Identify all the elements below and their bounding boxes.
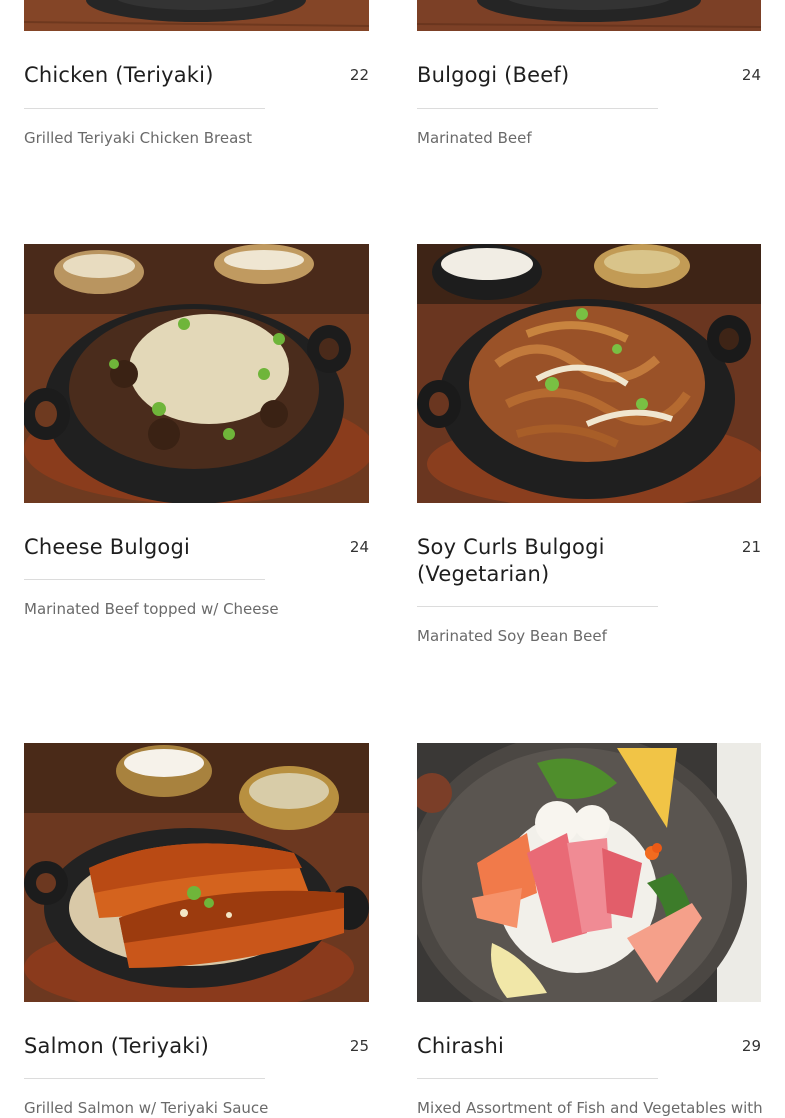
chicken-teriyaki-photo[interactable] [24, 0, 369, 31]
item-price: 24 [349, 538, 369, 556]
salmon-teriyaki-photo[interactable] [24, 743, 369, 1002]
cheese-bulgogi-photo[interactable] [24, 244, 369, 503]
item-price: 21 [741, 538, 761, 556]
menu-item-bulgogi-beef[interactable]: Bulgogi (Beef) 24 Marinated Beef [417, 0, 761, 148]
item-price: 25 [349, 1037, 369, 1055]
item-description: Marinated Beef [417, 129, 532, 147]
menu-item-salmon-teriyaki[interactable]: Salmon (Teriyaki) 25 Grilled Salmon w/ T… [24, 743, 369, 1118]
menu-item-cheese-bulgogi[interactable]: Cheese Bulgogi 24 Marinated Beef topped … [24, 244, 369, 619]
item-description: Marinated Beef topped w/ Cheese [24, 600, 279, 618]
bulgogi-beef-photo[interactable] [417, 0, 761, 31]
item-name: Soy Curls Bulgogi (Vegetarian) [417, 535, 605, 586]
item-description: Grilled Teriyaki Chicken Breast [24, 129, 252, 147]
item-description: Grilled Salmon w/ Teriyaki Sauce [24, 1099, 269, 1117]
item-price: 29 [741, 1037, 761, 1055]
menu-item-chicken-teriyaki[interactable]: Chicken (Teriyaki) 22 Grilled Teriyaki C… [24, 0, 369, 148]
menu-item-chirashi[interactable]: Chirashi 29 Mixed Assortment of Fish and… [417, 743, 763, 1118]
item-name: Bulgogi (Beef) [417, 63, 570, 87]
item-name: Cheese Bulgogi [24, 535, 191, 559]
item-price: 24 [741, 66, 761, 84]
item-description: Marinated Soy Bean Beef [417, 627, 607, 645]
item-name: Salmon (Teriyaki) [24, 1034, 210, 1058]
soy-curls-bulgogi-photo[interactable] [417, 244, 761, 503]
item-price: 22 [349, 66, 369, 84]
chirashi-photo[interactable] [417, 743, 761, 1002]
item-name: Chicken (Teriyaki) [24, 63, 214, 87]
menu-item-soy-curls-bulgogi[interactable]: Soy Curls Bulgogi (Vegetarian) 21 Marina… [417, 244, 761, 646]
item-description: Mixed Assortment of Fish and Vegetables … [417, 1099, 763, 1117]
item-name: Chirashi [417, 1034, 504, 1058]
